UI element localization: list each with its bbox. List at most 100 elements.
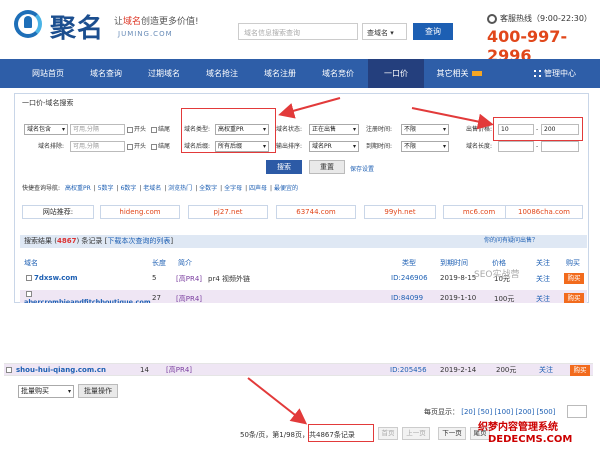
row-id[interactable]: ID:84099 — [391, 294, 423, 302]
row-date: 2019-8-15 — [440, 274, 477, 282]
site-link[interactable]: 63744.com — [276, 205, 356, 219]
row-length: 14 — [140, 366, 149, 374]
length-max-input[interactable] — [541, 141, 579, 152]
exclude-starts-checkbox[interactable] — [127, 144, 133, 150]
quick-nav-item[interactable]: 四声母 — [249, 185, 267, 192]
highlight-box-type — [181, 108, 276, 153]
quick-nav-item[interactable]: 浏览热门 — [168, 185, 192, 192]
buy-button[interactable]: 购买 — [570, 365, 590, 376]
ends-checkbox[interactable] — [151, 127, 157, 133]
quick-nav-item[interactable]: 6数字 — [120, 185, 136, 192]
search-button[interactable]: 查询 — [413, 23, 453, 40]
nav-bidding[interactable]: 域名竞价 — [310, 59, 366, 88]
search-submit-button[interactable]: 搜索 — [266, 160, 302, 174]
per-page-option[interactable]: [500] — [537, 408, 556, 416]
sort-label: 输出排序: — [276, 143, 303, 150]
quick-nav-item[interactable]: 最便宜的 — [274, 185, 298, 192]
status-select[interactable]: 正在出售 — [309, 124, 359, 135]
next-page-button[interactable]: 下一页 — [438, 427, 466, 440]
per-page-option[interactable]: [20] — [461, 408, 475, 416]
nav-fixed-price[interactable]: 一口价 — [368, 59, 424, 88]
prev-page-button[interactable]: 上一页 — [402, 427, 430, 440]
first-page-button[interactable]: 首页 — [378, 427, 398, 440]
table-row: shou-hui-qiang.com.cn 14 [高PR4] ID:20545… — [4, 363, 593, 376]
starts-checkbox[interactable] — [127, 127, 133, 133]
length-label: 域名长度: — [466, 143, 493, 150]
nav-admin[interactable]: 管理中心 — [520, 59, 590, 88]
reset-button[interactable]: 重置 — [309, 160, 345, 174]
nav-domain-query[interactable]: 域名查询 — [78, 59, 134, 88]
exclude-ends-checkbox[interactable] — [151, 144, 157, 150]
row-tag: [高PR4] — [166, 366, 193, 374]
hotline-label: 客服热线（9:00-22:30） — [500, 14, 592, 23]
per-page-option[interactable]: [100] — [494, 408, 513, 416]
nav-register[interactable]: 域名注册 — [252, 59, 308, 88]
section-gap — [0, 303, 600, 347]
buy-button[interactable]: 购买 — [564, 273, 584, 284]
include-input[interactable]: 可用,分隔 — [70, 124, 125, 135]
row-tag: [高PR4] — [176, 275, 203, 283]
result-count: 4867 — [56, 237, 77, 245]
watermark: SEO实战营 — [474, 270, 520, 280]
length-dash: - — [536, 143, 539, 150]
col-expire[interactable]: 到期时间 — [440, 258, 468, 268]
row-checkbox[interactable] — [26, 275, 32, 281]
site-link[interactable]: 99yh.net — [364, 205, 436, 219]
nav-other[interactable]: 其它相关 — [424, 59, 494, 88]
new-badge-icon — [471, 71, 482, 76]
quick-nav-item[interactable]: 老域名 — [143, 185, 161, 192]
row-length: 27 — [152, 294, 161, 302]
exclude-input[interactable]: 可用,分隔 — [70, 141, 125, 152]
download-list-link[interactable]: 下载本次查询的列表 — [107, 237, 170, 245]
row-date: 2019-1-10 — [440, 294, 477, 302]
row-length: 5 — [152, 274, 157, 282]
quick-nav-item[interactable]: 全数字 — [199, 185, 217, 192]
panel-title: 一口价-域名搜索 — [22, 99, 74, 107]
sort-select[interactable]: 域名PR — [309, 141, 359, 152]
row-domain[interactable]: shou-hui-qiang.com.cn — [16, 364, 106, 377]
batch-operate-button[interactable]: 批量操作 — [78, 384, 118, 398]
include-select[interactable]: 域名包含 — [24, 124, 68, 135]
search-input[interactable]: 域名信息搜索查询 — [238, 23, 358, 40]
watermark: 织梦内容管理系统 — [478, 422, 558, 433]
save-settings-link[interactable]: 保存设置 — [350, 164, 374, 175]
site-link[interactable]: 10086cha.com — [505, 205, 583, 219]
row-desc: pr4 视频外链 — [208, 275, 250, 283]
per-page: 每页显示： [20] [50] [100] [200] [500] — [424, 408, 556, 416]
per-page-input[interactable] — [567, 405, 587, 418]
nav-snap[interactable]: 域名抢注 — [194, 59, 250, 88]
quick-nav-item[interactable]: 全字母 — [224, 185, 242, 192]
col-type: 类型 — [402, 259, 416, 267]
nav-home[interactable]: 网站首页 — [20, 59, 76, 88]
row-follow[interactable]: 关注 — [539, 364, 553, 377]
nav-expired[interactable]: 过期域名 — [136, 59, 192, 88]
site-link[interactable]: pj27.net — [188, 205, 268, 219]
row-domain[interactable]: 7dxsw.com — [34, 274, 78, 282]
watermark: DEDECMS.COM — [488, 434, 573, 445]
highlight-box-count — [308, 424, 374, 442]
expire-select[interactable]: 不限 — [401, 141, 449, 152]
col-length[interactable]: 长度 — [152, 258, 166, 268]
batch-select[interactable]: 批量购买 — [18, 385, 74, 398]
arrow-to-count — [247, 377, 308, 425]
brand-logo[interactable]: 聚名 — [50, 8, 104, 45]
row-checkbox[interactable] — [26, 291, 32, 297]
exclude-label: 域名排除: — [38, 143, 65, 150]
row-follow[interactable]: 关注 — [536, 274, 550, 284]
search-type-select[interactable]: 查域名 ▾ — [362, 23, 407, 40]
row-id[interactable]: ID:205456 — [390, 364, 427, 377]
logo-dot — [24, 16, 32, 28]
length-min-input[interactable] — [498, 141, 534, 152]
quick-nav-item[interactable]: 5数字 — [98, 185, 114, 192]
per-page-option[interactable]: [50] — [478, 408, 492, 416]
row-id[interactable]: ID:246906 — [391, 274, 428, 282]
help-link[interactable]: 你的问有疑问出售？ — [484, 235, 538, 246]
clock-icon — [487, 14, 497, 24]
site-recommend-label: 网站推荐: — [22, 205, 94, 219]
quick-nav-item[interactable]: 高权重PR — [65, 185, 91, 192]
per-page-option[interactable]: [200] — [516, 408, 535, 416]
col-domain[interactable]: 域名 — [24, 258, 38, 268]
row-checkbox[interactable] — [6, 367, 12, 373]
site-link[interactable]: hideng.com — [100, 205, 180, 219]
reg-time-select[interactable]: 不限 — [401, 124, 449, 135]
